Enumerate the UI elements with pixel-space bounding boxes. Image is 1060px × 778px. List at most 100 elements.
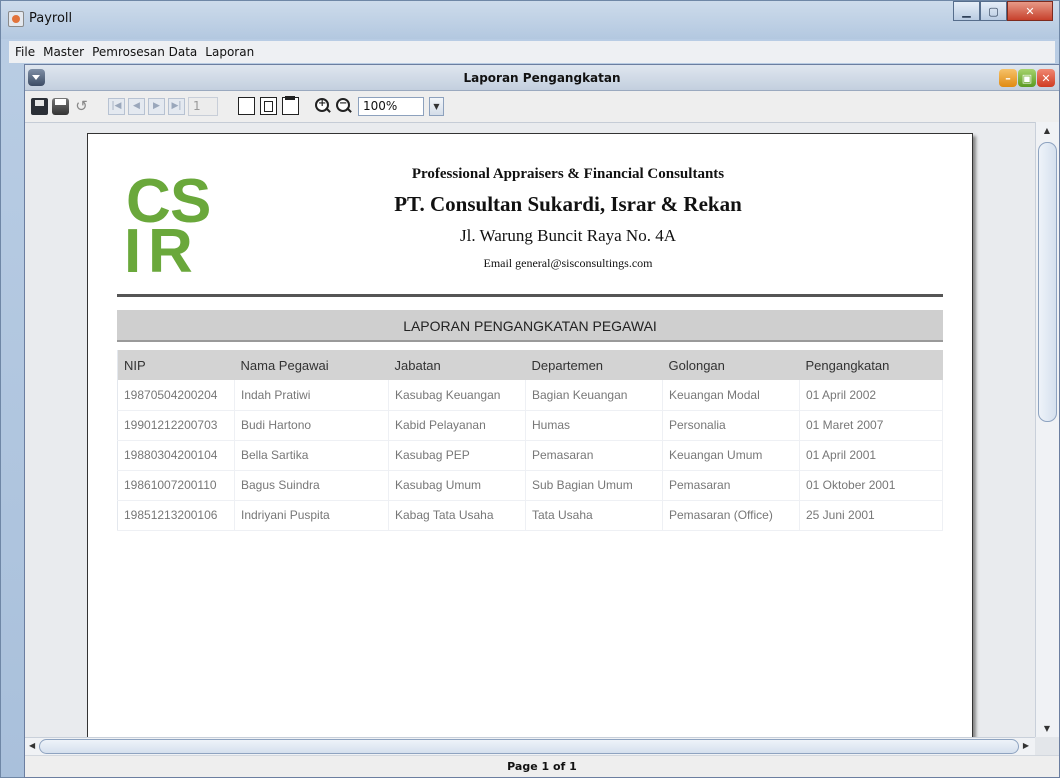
previous-page-icon[interactable]: ◀ bbox=[128, 97, 145, 115]
cell-golongan: Personalia bbox=[662, 410, 800, 441]
cell-pengangkatan: 01 April 2002 bbox=[799, 380, 943, 411]
horizontal-scrollbar[interactable]: ◀ ▶ bbox=[25, 737, 1035, 755]
maximize-button[interactable]: ▢ bbox=[980, 1, 1007, 21]
cell-departemen: Bagian Keuangan bbox=[525, 380, 663, 411]
save-icon[interactable] bbox=[31, 97, 48, 115]
column-header: Pengangkatan bbox=[799, 350, 943, 380]
frame-controls: – ▣ ✕ bbox=[999, 69, 1055, 87]
table-row: 19901212200703 Budi Hartono Kabid Pelaya… bbox=[117, 410, 943, 441]
table-row: 19870504200204 Indah Pratiwi Kasubag Keu… bbox=[117, 380, 943, 411]
report-frame-title: Laporan Pengangkatan bbox=[463, 71, 621, 85]
fit-width-icon[interactable] bbox=[260, 97, 277, 115]
cell-golongan: Keuangan Umum bbox=[662, 440, 800, 471]
company-address: Jl. Warung Buncit Raya No. 4A bbox=[460, 226, 676, 245]
minimize-icon: ▁ bbox=[962, 4, 971, 18]
vertical-scroll-thumb[interactable] bbox=[1038, 142, 1057, 422]
menu-pemrosesan-data[interactable]: Pemrosesan Data bbox=[90, 45, 199, 59]
cell-nip: 19851213200106 bbox=[117, 500, 235, 531]
cell-golongan: Pemasaran bbox=[662, 470, 800, 501]
zoom-in-icon[interactable]: + bbox=[314, 97, 332, 115]
cell-nip: 19880304200104 bbox=[117, 440, 235, 471]
company-email: Email general@sisconsultings.com bbox=[483, 256, 653, 270]
menu-laporan[interactable]: Laporan bbox=[203, 45, 256, 59]
cell-golongan: Pemasaran (Office) bbox=[662, 500, 800, 531]
frame-close-icon[interactable]: ✕ bbox=[1037, 69, 1055, 87]
cell-pengangkatan: 01 Oktober 2001 bbox=[799, 470, 943, 501]
table-row: 19880304200104 Bella Sartika Kasubag PEP… bbox=[117, 440, 943, 471]
cell-nip: 19901212200703 bbox=[117, 410, 235, 441]
next-page-icon[interactable]: ▶ bbox=[148, 97, 165, 115]
scroll-left-icon[interactable]: ◀ bbox=[29, 741, 35, 750]
company-logo: C S I R bbox=[124, 167, 211, 280]
cell-nama: Bella Sartika bbox=[234, 440, 389, 471]
cell-departemen: Tata Usaha bbox=[525, 500, 663, 531]
zoom-out-icon[interactable]: − bbox=[335, 97, 353, 115]
window-title: Payroll bbox=[29, 11, 73, 26]
table-row: 19851213200106 Indriyani Puspita Kabag T… bbox=[117, 500, 943, 531]
column-header: Jabatan bbox=[388, 350, 526, 380]
fit-page-icon[interactable] bbox=[282, 96, 299, 115]
report-viewport[interactable]: C S I R Professional Appraisers & Financ… bbox=[25, 122, 1035, 737]
cell-jabatan: Kasubag Umum bbox=[388, 470, 526, 501]
first-page-icon[interactable]: |◀ bbox=[108, 97, 125, 115]
frame-maximize-icon[interactable]: ▣ bbox=[1018, 69, 1036, 87]
print-icon[interactable] bbox=[52, 97, 69, 115]
actual-size-icon[interactable] bbox=[238, 97, 255, 115]
column-header: Golongan bbox=[662, 350, 800, 380]
employee-table: NIP Nama Pegawai Jabatan Departemen Golo… bbox=[117, 350, 943, 531]
window-titlebar[interactable]: Payroll ▁ ▢ ✕ bbox=[1, 1, 1059, 39]
report-title: LAPORAN PENGANGKATAN PEGAWAI bbox=[117, 310, 943, 342]
cell-nama: Budi Hartono bbox=[234, 410, 389, 441]
table-row: 19861007200110 Bagus Suindra Kasubag Umu… bbox=[117, 470, 943, 501]
menu-master[interactable]: Master bbox=[41, 45, 86, 59]
cell-jabatan: Kabid Pelayanan bbox=[388, 410, 526, 441]
scroll-right-icon[interactable]: ▶ bbox=[1023, 741, 1029, 750]
close-button[interactable]: ✕ bbox=[1007, 1, 1053, 21]
cell-pengangkatan: 01 April 2001 bbox=[799, 440, 943, 471]
cell-departemen: Sub Bagian Umum bbox=[525, 470, 663, 501]
page-status: Page 1 of 1 bbox=[25, 755, 1059, 777]
cell-jabatan: Kabag Tata Usaha bbox=[388, 500, 526, 531]
header-divider bbox=[117, 294, 943, 297]
cell-nip: 19870504200204 bbox=[117, 380, 235, 411]
minimize-button[interactable]: ▁ bbox=[953, 1, 980, 21]
report-frame-titlebar[interactable]: Laporan Pengangkatan – ▣ ✕ bbox=[25, 65, 1059, 91]
column-header: NIP bbox=[117, 350, 235, 380]
cell-nama: Indriyani Puspita bbox=[234, 500, 389, 531]
scroll-corner bbox=[1035, 737, 1059, 755]
report-subtitle: Professional Appraisers & Financial Cons… bbox=[411, 166, 725, 182]
reload-icon[interactable]: ↺ bbox=[73, 97, 90, 115]
maximize-icon: ▢ bbox=[988, 4, 999, 18]
page-number-input[interactable]: 1 bbox=[188, 96, 218, 116]
horizontal-scroll-thumb[interactable] bbox=[39, 739, 1019, 754]
zoom-value[interactable]: 100% bbox=[358, 96, 424, 116]
scroll-up-icon[interactable]: ▲ bbox=[1041, 126, 1053, 135]
cell-departemen: Humas bbox=[525, 410, 663, 441]
table-header-row: NIP Nama Pegawai Jabatan Departemen Golo… bbox=[117, 350, 943, 380]
scroll-down-icon[interactable]: ▼ bbox=[1041, 724, 1053, 733]
last-page-icon[interactable]: ▶| bbox=[168, 97, 185, 115]
menu-file[interactable]: File bbox=[13, 45, 37, 59]
company-name: PT. Consultan Sukardi, Israr & Rekan bbox=[394, 192, 742, 216]
column-header: Departemen bbox=[525, 350, 663, 380]
cell-golongan: Keuangan Modal bbox=[662, 380, 800, 411]
cell-pengangkatan: 25 Juni 2001 bbox=[799, 500, 943, 531]
cell-nama: Indah Pratiwi bbox=[234, 380, 389, 411]
cell-jabatan: Kasubag PEP bbox=[388, 440, 526, 471]
cell-pengangkatan: 01 Maret 2007 bbox=[799, 410, 943, 441]
cell-nama: Bagus Suindra bbox=[234, 470, 389, 501]
svg-text:I: I bbox=[124, 217, 141, 280]
menu-bar: File Master Pemrosesan Data Laporan bbox=[9, 41, 1055, 63]
frame-minimize-icon[interactable]: – bbox=[999, 69, 1017, 87]
cell-nip: 19861007200110 bbox=[117, 470, 235, 501]
report-internal-frame: Laporan Pengangkatan – ▣ ✕ ↺ |◀ ◀ ▶ ▶| 1… bbox=[24, 64, 1060, 778]
column-header: Nama Pegawai bbox=[234, 350, 389, 380]
close-icon: ✕ bbox=[1025, 4, 1035, 18]
vertical-scrollbar[interactable]: ▲ ▼ bbox=[1035, 122, 1059, 737]
zoom-select[interactable]: 100% ▼ bbox=[358, 96, 444, 116]
svg-text:R: R bbox=[148, 217, 193, 280]
chevron-down-icon[interactable]: ▼ bbox=[429, 96, 444, 116]
cell-departemen: Pemasaran bbox=[525, 440, 663, 471]
report-toolbar: ↺ |◀ ◀ ▶ ▶| 1 + − 100% ▼ bbox=[25, 92, 1059, 120]
report-page: C S I R Professional Appraisers & Financ… bbox=[87, 133, 973, 737]
